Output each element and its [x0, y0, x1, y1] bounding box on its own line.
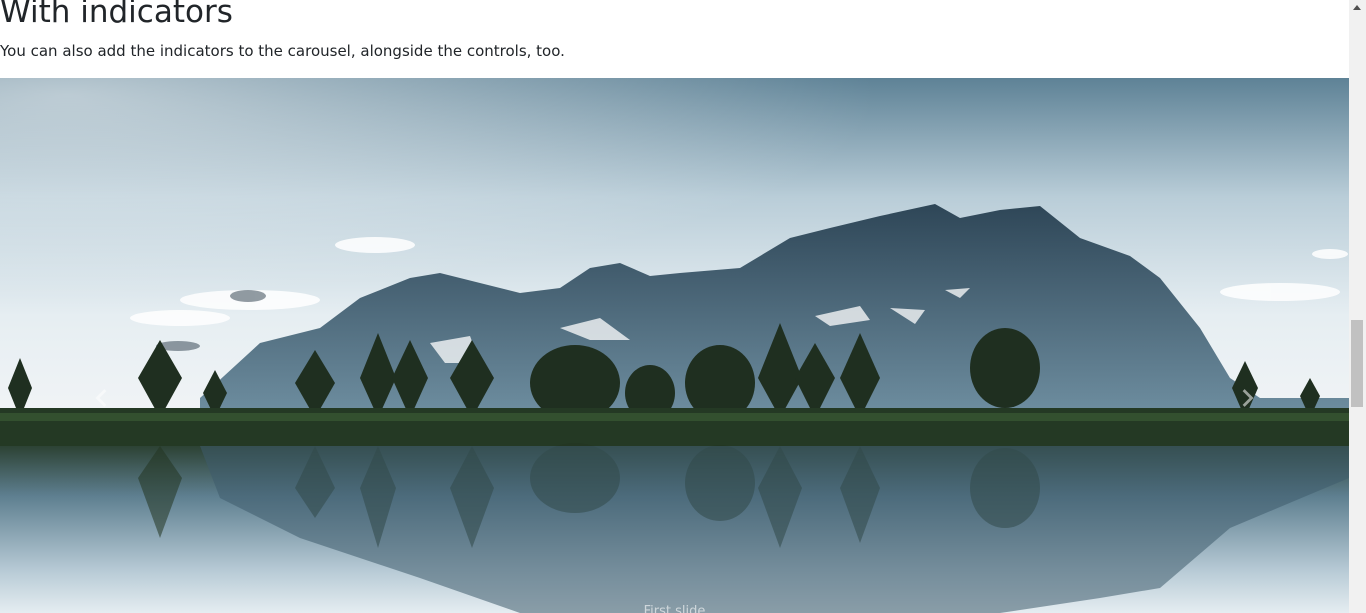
- carousel-prev-button[interactable]: [72, 368, 132, 428]
- page: With indicators You can also add the ind…: [0, 0, 1349, 613]
- carousel-slide-image: [0, 78, 1349, 613]
- carousel-next-button[interactable]: [1217, 368, 1277, 428]
- chevron-left-icon: [95, 389, 107, 407]
- chevron-right-icon: [1242, 389, 1254, 407]
- carousel-caption: First slide: [643, 604, 706, 613]
- scroll-up-icon[interactable]: [1353, 5, 1361, 10]
- scroll-thumb[interactable]: [1351, 320, 1363, 407]
- carousel[interactable]: First slide: [0, 78, 1349, 613]
- section-title: With indicators: [0, 0, 233, 30]
- page-scrollbar[interactable]: [1349, 0, 1366, 613]
- section-description: You can also add the indicators to the c…: [0, 42, 565, 60]
